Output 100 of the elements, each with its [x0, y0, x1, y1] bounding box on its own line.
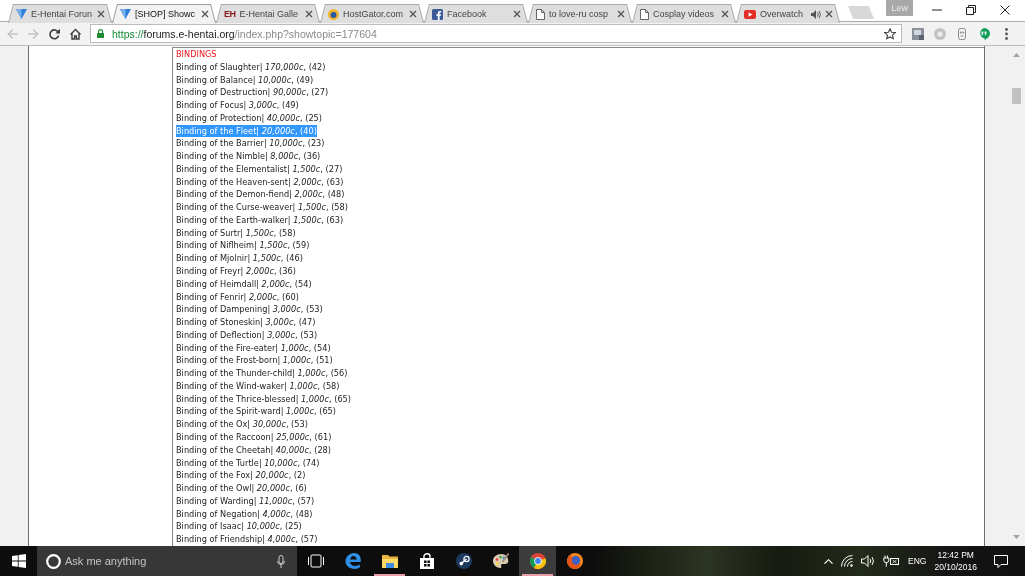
list-item: Binding of the Fire-eater| 1,000c, (54)	[176, 341, 331, 355]
list-item: Binding of the Wind-waker| 1,000c, (58)	[176, 379, 340, 393]
browser-tab[interactable]: E-Hentai Forun	[8, 4, 112, 23]
favicon-letters: EH	[224, 8, 236, 20]
browser-tab[interactable]: HostGator.com	[320, 4, 424, 23]
disc-logo-icon	[455, 553, 472, 569]
address-field[interactable]: https://forums.e-hentai.org/index.php?showtopic=177604	[90, 24, 902, 43]
section-heading: BINDINGS	[176, 48, 217, 61]
list-item: Binding of Freyr| 2,000c, (36)	[176, 265, 296, 278]
v-shape-icon	[16, 9, 27, 19]
list-item: Binding of the Heaven-sent| 2,000c, (63)	[176, 175, 344, 189]
chevron-up-icon[interactable]	[824, 558, 834, 564]
list-item: Binding of the Demon-fiend| 2,000c, (48)	[176, 188, 345, 202]
list-item: Binding of Deflection| 3,000c, (53)	[176, 328, 318, 342]
plug-battery-icon[interactable]	[883, 555, 900, 567]
list-item: Binding of the Turtle| 10,000c, (74)	[176, 456, 320, 470]
reload-icon	[48, 27, 61, 40]
close-icon	[1000, 5, 1010, 15]
browser-tab[interactable]: Cosplay videos	[632, 4, 736, 23]
list-item: Binding of Stoneskin| 3,000c, (47)	[176, 316, 316, 329]
list-item: Binding of Fenrir| 2,000c, (60)	[176, 290, 299, 304]
list-item: Binding of Surtr| 1,500c, (58)	[176, 226, 296, 240]
list-item: Binding of the Curse-weaver| 1,500c, (58)	[176, 201, 348, 214]
task-view-icon	[307, 553, 324, 569]
ring-icon	[46, 553, 61, 569]
lock-icon	[97, 29, 104, 38]
f-logo-icon	[432, 8, 443, 20]
v-shape-icon	[120, 9, 131, 19]
list-item: Binding of Protection| 40,000c, (25)	[176, 111, 322, 125]
speaker-icon[interactable]	[861, 555, 876, 567]
list-item: Binding of the Fleet| 20,000c, (40)	[176, 124, 317, 138]
browser-tab[interactable]: to love-ru cosp	[528, 4, 632, 23]
list-item: Binding of the Thunder-child| 1,000c, (56)	[176, 367, 348, 380]
globe-logo-icon	[566, 553, 583, 569]
clock-time[interactable]: 12:42 PM	[937, 549, 974, 561]
menu-icon	[1004, 27, 1008, 40]
search-box[interactable]: Ask me anything	[37, 546, 297, 576]
notification-icon[interactable]	[994, 554, 1008, 568]
list-item: Binding of Mjolnir| 1,500c, (46)	[176, 252, 303, 265]
list-item: Binding of the Frost-born| 1,000c, (51)	[176, 354, 333, 368]
wifi-icon[interactable]	[841, 555, 854, 567]
list-item: Binding of Slaughter| 170,000c, (42)	[176, 60, 326, 74]
start-icon	[11, 554, 26, 568]
list-item: Binding of the Owl| 20,000c, (6)	[176, 482, 307, 495]
shopping-bag-icon	[418, 553, 435, 569]
list-item: Binding of the Barrier| 10,000c, (23)	[176, 137, 325, 151]
page-icon	[536, 8, 545, 20]
right-arrow-icon	[27, 27, 40, 40]
list-item: Binding of Isaac| 10,000c, (25)	[176, 520, 302, 534]
left-arrow-icon	[6, 27, 19, 40]
e-logo-icon	[344, 553, 361, 569]
list-item: Binding of the Cheetah| 40,000c, (28)	[176, 443, 331, 457]
clock-date[interactable]: 20/10/2016	[934, 561, 977, 573]
microphone-icon[interactable]	[277, 554, 285, 568]
list-item: Binding of Dampening| 3,000c, (53)	[176, 303, 323, 317]
list-item: Binding of the Thrice-blessed| 1,000c, (65)	[176, 392, 351, 406]
close-icon[interactable]	[617, 10, 625, 18]
list-item: Binding of Heimdall| 2,000c, (54)	[176, 277, 312, 291]
page-icon	[640, 8, 649, 20]
chat-bubble-icon	[978, 27, 990, 40]
browser-tab[interactable]: EH E-Hentai Galle	[216, 4, 320, 23]
close-icon[interactable]	[97, 10, 105, 18]
tile-icon	[912, 27, 924, 40]
list-item: Binding of the Nimble| 8,000c, (36)	[176, 150, 321, 163]
browser-tab[interactable]: [SHOP] Showc	[112, 4, 216, 23]
list-item: Binding of Warding| 11,000c, (57)	[176, 494, 315, 508]
list-item: Binding of Focus| 3,000c, (49)	[176, 99, 299, 112]
palette-icon	[492, 553, 509, 569]
list-item: Binding of the Spirit-ward| 1,000c, (65)	[176, 405, 336, 419]
close-icon[interactable]	[825, 10, 833, 18]
close-icon[interactable]	[201, 10, 209, 18]
star-icon[interactable]	[884, 27, 896, 40]
scrollbar-thumb[interactable]	[1012, 88, 1021, 104]
list-item: Binding of the Raccoon| 25,000c, (61)	[176, 430, 332, 444]
list-item: Binding of the Ox| 30,000c, (53)	[176, 418, 308, 431]
search-field[interactable]: Ask me anything	[65, 553, 273, 569]
close-icon[interactable]	[513, 10, 521, 18]
close-icon[interactable]	[721, 10, 729, 18]
list-item: Binding of the Elementalist| 1,500c, (27)	[176, 162, 343, 176]
circle-icon	[934, 27, 946, 40]
browser-tab[interactable]: Facebook	[424, 4, 528, 23]
list-item: Binding of Balance| 10,000c, (49)	[176, 73, 314, 87]
folder-icon	[381, 553, 398, 569]
list-item: Binding of Negation| 4,000c, (48)	[176, 507, 313, 521]
language-indicator[interactable]: ENG	[905, 556, 930, 566]
robot-icon	[956, 27, 968, 40]
browser-tab[interactable]: Overwatch	[736, 4, 840, 23]
list-item: Binding of Niflheim| 1,500c, (59)	[176, 239, 310, 253]
home-icon	[69, 27, 82, 40]
play-icon	[744, 9, 756, 19]
list-item: Binding of the Fox| 20,000c, (2)	[176, 469, 306, 483]
list-item: Binding of the Earth-walker| 1,500c, (63)	[176, 213, 344, 227]
close-icon[interactable]	[409, 10, 417, 18]
restore-icon	[966, 5, 976, 15]
list-item: Binding of Destruction| 90,000c, (27)	[176, 86, 329, 100]
close-icon[interactable]	[305, 10, 313, 18]
taskbar-button[interactable]	[519, 546, 556, 576]
list-item: Binding of Friendship| 4,000c, (57)	[176, 533, 318, 546]
round-logo-icon	[328, 8, 339, 20]
browser-logo-icon	[529, 553, 546, 569]
